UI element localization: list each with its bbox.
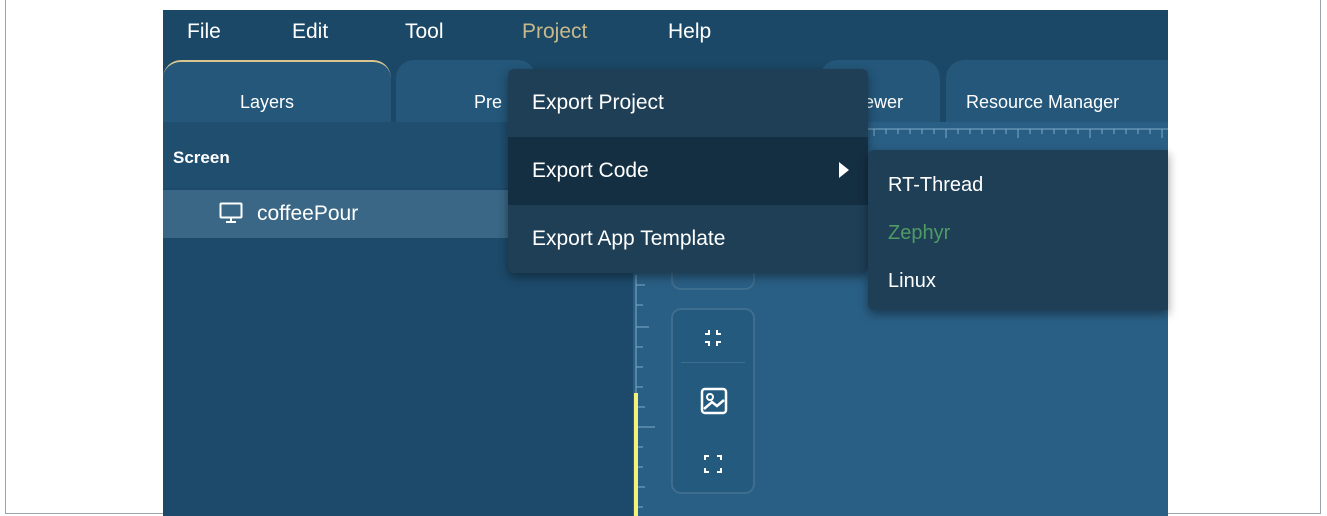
menu-file[interactable]: File <box>187 20 221 44</box>
menu-help[interactable]: Help <box>668 20 711 44</box>
menu-project[interactable]: Project <box>522 20 587 44</box>
submenu-item-rt-thread[interactable]: RT-Thread <box>888 174 983 197</box>
menu-edit[interactable]: Edit <box>292 20 328 44</box>
left-ruler <box>634 275 655 516</box>
tab-resource-manager-label: Resource Manager <box>966 92 1120 112</box>
menu-item-export-code[interactable]: Export Code <box>508 137 868 205</box>
submenu-arrow-icon <box>839 162 849 178</box>
monitor-icon <box>219 202 243 223</box>
menu-tool[interactable]: Tool <box>405 20 444 44</box>
panel-header-title: Screen <box>173 148 230 167</box>
top-ruler <box>868 128 1168 138</box>
submenu-item-zephyr: Zephyr <box>888 222 951 244</box>
menu-item-export-project[interactable]: Export Project <box>508 69 868 137</box>
expand-icon[interactable] <box>701 452 725 476</box>
menu-item-export-code-label: Export Code <box>532 159 649 182</box>
menu-item-export-project-label: Export Project <box>532 91 664 114</box>
tab-preview-label: Pre <box>474 92 503 112</box>
menu-item-export-app-template-label: Export App Template <box>532 227 726 250</box>
toolbox-divider <box>681 362 745 363</box>
image-icon[interactable] <box>699 386 729 416</box>
shrink-icon[interactable] <box>701 326 725 350</box>
submenu-item-linux[interactable]: Linux <box>888 270 936 293</box>
tab-layers-label: Layers <box>240 92 295 112</box>
canvas-toolbox <box>671 308 755 494</box>
tree-item-label: coffeePour <box>257 202 359 225</box>
project-menu-dropdown: Export Project Export Code Export App Te… <box>508 69 868 273</box>
export-code-submenu: RT-Thread Zephyr Linux <box>868 150 1168 310</box>
menu-item-export-app-template[interactable]: Export App Template <box>508 205 868 273</box>
